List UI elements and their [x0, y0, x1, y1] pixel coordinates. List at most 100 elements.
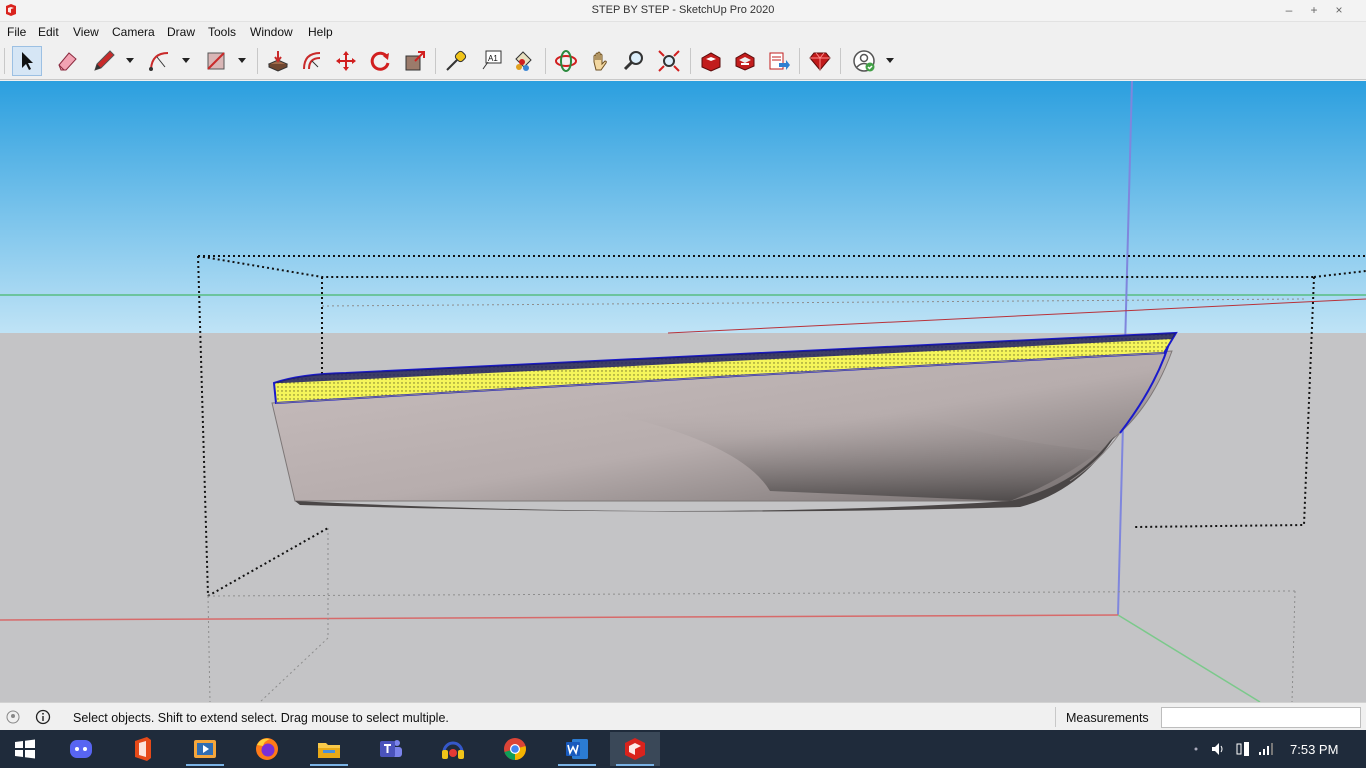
toolbar-grip: [4, 48, 5, 74]
chevron-down-icon[interactable]: [181, 55, 191, 65]
toolbar-separator: [257, 48, 258, 74]
menu-draw[interactable]: Draw: [167, 25, 195, 39]
maximize-button[interactable]: +: [1303, 2, 1325, 18]
orbit-tool[interactable]: [551, 46, 581, 76]
office-app[interactable]: [118, 732, 168, 766]
chevron-down-icon[interactable]: [885, 55, 895, 65]
menu-window[interactable]: Window: [250, 25, 293, 39]
paint-bucket-icon: [515, 51, 532, 71]
menu-tools[interactable]: Tools: [208, 25, 236, 39]
file-explorer-app[interactable]: [304, 732, 354, 766]
toolbar-separator: [435, 48, 436, 74]
3d-warehouse-button[interactable]: [696, 46, 726, 76]
menu-help[interactable]: Help: [308, 25, 333, 39]
start-button[interactable]: [0, 732, 50, 766]
large-toolset-toolbar: A1: [0, 42, 1366, 80]
pencil-icon: [94, 50, 115, 71]
measurements-label: Measurements: [1066, 711, 1149, 725]
firefox-icon: [256, 738, 278, 760]
measurements-input[interactable]: [1161, 707, 1361, 728]
chrome-app[interactable]: [490, 732, 540, 766]
running-indicator: [310, 764, 348, 766]
rectangle-tool[interactable]: [201, 46, 231, 76]
windows-logo-icon: [15, 739, 35, 759]
zoom-extents-tool[interactable]: [654, 46, 684, 76]
tape-measure-tool[interactable]: [441, 46, 471, 76]
scale-tool[interactable]: [400, 46, 430, 76]
move-icon: [336, 51, 356, 71]
push-pull-icon: [267, 51, 289, 72]
menu-view[interactable]: View: [73, 25, 99, 39]
media-player-icon: [194, 740, 216, 758]
text-tool[interactable]: A1: [476, 46, 506, 76]
scale-icon: [405, 51, 425, 71]
office-icon: [135, 737, 151, 761]
audio-app[interactable]: [428, 732, 478, 766]
extension-warehouse-button[interactable]: [730, 46, 760, 76]
magnifier-icon: [623, 51, 643, 71]
push-pull-tool[interactable]: [263, 46, 293, 76]
sketchup-app[interactable]: [610, 732, 660, 766]
move-tool[interactable]: [331, 46, 361, 76]
extension-warehouse-icon: [735, 52, 755, 71]
folder-icon: [318, 743, 340, 758]
running-indicator: [558, 764, 596, 766]
paint-bucket-tool[interactable]: [508, 46, 538, 76]
eraser-icon: [58, 52, 77, 71]
toolbar-separator: [840, 48, 841, 74]
chrome-icon: [504, 738, 526, 760]
offset-tool[interactable]: [297, 46, 327, 76]
info-icon[interactable]: [35, 709, 51, 725]
zoom-tool[interactable]: [619, 46, 649, 76]
teams-app[interactable]: [366, 732, 416, 766]
windows-taskbar: 7:53 PM: [0, 730, 1366, 768]
arc-tool[interactable]: [145, 46, 175, 76]
rotate-icon: [370, 51, 390, 71]
layout-icon: [769, 52, 790, 70]
zoom-extents-icon: [658, 50, 680, 72]
rectangle-icon: [207, 52, 225, 70]
close-button[interactable]: ×: [1328, 2, 1350, 18]
volume-icon[interactable]: [1210, 741, 1226, 757]
ruby-gem-icon: [809, 52, 831, 71]
pan-tool[interactable]: [585, 46, 615, 76]
title-bar: STEP BY STEP - SketchUp Pro 2020 – + ×: [0, 0, 1366, 22]
eraser-tool[interactable]: [52, 46, 82, 76]
select-tool[interactable]: [12, 46, 42, 76]
toolbar-separator: [690, 48, 691, 74]
hidden-icons-icon[interactable]: [1188, 741, 1204, 757]
menu-camera[interactable]: Camera: [112, 25, 155, 39]
hand-icon: [593, 51, 607, 71]
warehouse-icon: [701, 52, 721, 72]
menu-file[interactable]: File: [7, 25, 26, 39]
orbit-icon: [555, 50, 577, 72]
arc-icon: [149, 52, 169, 71]
chevron-down-icon[interactable]: [237, 55, 247, 65]
user-account-icon: [853, 50, 875, 72]
firefox-app[interactable]: [242, 732, 292, 766]
line-tool[interactable]: [89, 46, 119, 76]
signal-icon[interactable]: [1258, 741, 1274, 757]
toolbar-separator: [545, 48, 546, 74]
discord-app[interactable]: [56, 732, 106, 766]
model-viewport[interactable]: [0, 81, 1366, 702]
account-button[interactable]: [849, 46, 879, 76]
tape-measure-icon: [446, 50, 467, 71]
clock[interactable]: 7:53 PM: [1290, 742, 1338, 757]
menu-bar: File Edit View Camera Draw Tools Window …: [0, 22, 1366, 42]
media-player-app[interactable]: [180, 732, 230, 766]
geo-location-icon[interactable]: [5, 709, 21, 725]
send-to-layout-button[interactable]: [764, 46, 794, 76]
rotate-tool[interactable]: [365, 46, 395, 76]
chevron-down-icon[interactable]: [125, 55, 135, 65]
running-indicator: [616, 764, 654, 766]
status-separator: [1055, 707, 1056, 727]
menu-edit[interactable]: Edit: [38, 25, 59, 39]
minimize-button[interactable]: –: [1278, 2, 1300, 18]
network-icon[interactable]: [1235, 741, 1251, 757]
teams-icon: [380, 740, 402, 757]
scene-canvas: [0, 81, 1366, 702]
word-app[interactable]: [552, 732, 602, 766]
text-tool-label: A1: [488, 54, 498, 63]
ruby-console-button[interactable]: [805, 46, 835, 76]
